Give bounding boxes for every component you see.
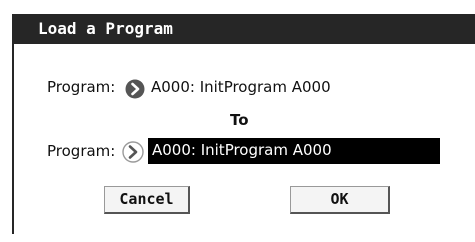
ok-button[interactable]: OK bbox=[290, 186, 390, 214]
load-program-dialog: Load a Program Program: A000: InitProgra… bbox=[0, 0, 475, 242]
dialog-title: Load a Program bbox=[12, 14, 475, 44]
dialog-frame-border bbox=[12, 44, 14, 234]
cancel-button[interactable]: Cancel bbox=[104, 186, 190, 214]
source-program-value[interactable]: A000: InitProgram A000 bbox=[151, 78, 331, 96]
destination-program-arrow-icon[interactable] bbox=[122, 141, 144, 163]
destination-program-value: A000: InitProgram A000 bbox=[152, 141, 332, 159]
destination-program-label: Program: bbox=[47, 142, 116, 160]
source-program-arrow-icon[interactable] bbox=[125, 79, 145, 99]
to-label: To bbox=[230, 111, 249, 129]
destination-program-field[interactable]: A000: InitProgram A000 bbox=[148, 138, 440, 164]
source-program-label: Program: bbox=[47, 78, 116, 96]
